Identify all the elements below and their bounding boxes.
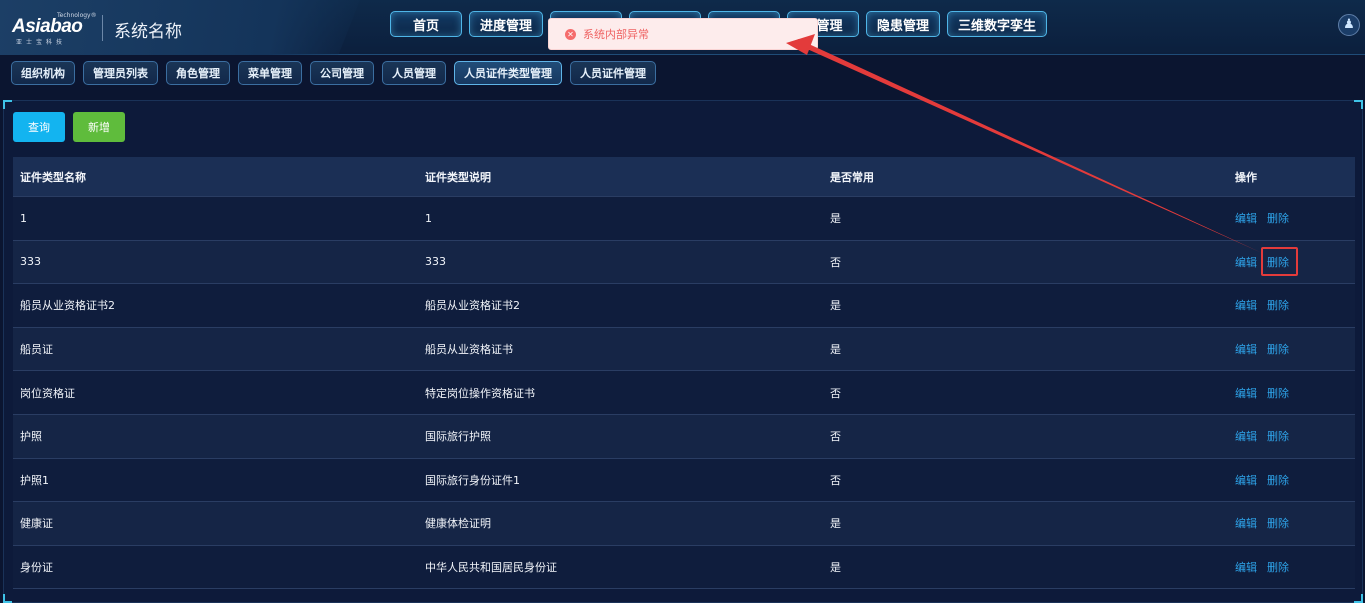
sub-nav-item-roles[interactable]: 角色管理 <box>166 61 230 85</box>
panel-corner <box>1354 594 1363 603</box>
delete-link[interactable]: 删除 <box>1267 472 1289 488</box>
delete-link[interactable]: 删除 <box>1267 559 1289 575</box>
table-row: 身份证 中华人民共和国居民身份证 是 编辑 删除 <box>13 545 1355 590</box>
panel-corner <box>3 594 12 603</box>
logo-panel: Technology® Asiabao 亚士宝科技 系统名称 <box>0 0 360 55</box>
edit-link[interactable]: 编辑 <box>1235 341 1257 357</box>
sub-nav-item-admin-list[interactable]: 管理员列表 <box>83 61 158 85</box>
cell-common: 是 <box>830 517 841 531</box>
cert-type-table: 证件类型名称 证件类型说明 是否常用 操作 1 1 是 编辑 删除 333 33… <box>13 157 1355 590</box>
table-row: 船员从业资格证书2 船员从业资格证书2 是 编辑 删除 <box>13 284 1355 328</box>
cell-name: 船员从业资格证书2 <box>20 299 115 313</box>
sub-nav-item-cert-type[interactable]: 人员证件类型管理 <box>454 61 562 85</box>
cell-name: 333 <box>20 255 41 269</box>
cell-common: 是 <box>830 212 841 226</box>
system-name: 系统名称 <box>114 22 182 42</box>
cell-desc: 船员从业资格证书 <box>425 343 513 357</box>
delete-link[interactable]: 删除 <box>1267 210 1289 226</box>
edit-link[interactable]: 编辑 <box>1235 297 1257 313</box>
table-row: 岗位资格证 特定岗位操作资格证书 否 编辑 删除 <box>13 371 1355 415</box>
edit-link[interactable]: 编辑 <box>1235 559 1257 575</box>
add-button[interactable]: 新增 <box>73 112 125 142</box>
sub-nav-item-personnel[interactable]: 人员管理 <box>382 61 446 85</box>
toast-message: 系统内部异常 <box>583 28 649 41</box>
error-circle-icon: ✕ <box>565 28 576 40</box>
cell-common: 否 <box>830 386 841 400</box>
cell-common: 是 <box>830 343 841 357</box>
delete-link[interactable]: 删除 <box>1267 428 1289 444</box>
delete-link[interactable]: 删除 <box>1267 254 1289 270</box>
cell-name: 健康证 <box>20 517 53 531</box>
sub-nav-item-menus[interactable]: 菜单管理 <box>238 61 302 85</box>
cell-actions: 编辑 删除 <box>1235 546 1299 589</box>
cell-common: 是 <box>830 299 841 313</box>
edit-link[interactable]: 编辑 <box>1235 472 1257 488</box>
column-header-actions: 操作 <box>1235 170 1257 184</box>
cell-name: 岗位资格证 <box>20 386 75 400</box>
cell-actions: 编辑 删除 <box>1235 328 1299 371</box>
cell-actions: 编辑 删除 <box>1235 502 1299 545</box>
cell-desc: 船员从业资格证书2 <box>425 299 520 313</box>
sub-nav-item-org[interactable]: 组织机构 <box>11 61 75 85</box>
cell-actions: 编辑 删除 <box>1235 371 1299 414</box>
top-nav-item-hazard[interactable]: 隐患管理 <box>866 11 941 37</box>
top-nav-item-digital-twin[interactable]: 三维数字孪生 <box>947 11 1048 37</box>
logo-brand-text: Asiabao <box>12 16 83 37</box>
error-toast: ✕ 系统内部异常 <box>548 18 818 50</box>
sub-nav-item-company[interactable]: 公司管理 <box>310 61 374 85</box>
cell-desc: 健康体检证明 <box>425 517 491 531</box>
user-icon[interactable]: ♟ <box>1338 14 1360 36</box>
cell-desc: 特定岗位操作资格证书 <box>425 386 535 400</box>
delete-link[interactable]: 删除 <box>1267 515 1289 531</box>
logo-sub-text: 亚士宝科技 <box>16 39 67 46</box>
panel-corner <box>1354 100 1363 109</box>
table-row: 1 1 是 编辑 删除 <box>13 197 1355 241</box>
cell-desc: 国际旅行护照 <box>425 430 491 444</box>
content-panel: 查询 新增 证件类型名称 证件类型说明 是否常用 操作 1 1 是 编辑 删除 … <box>3 100 1363 603</box>
delete-link[interactable]: 删除 <box>1267 341 1289 357</box>
table-row: 333 333 否 编辑 删除 <box>13 240 1355 285</box>
cell-actions: 编辑 删除 <box>1235 459 1299 502</box>
table-row: 健康证 健康体检证明 是 编辑 删除 <box>13 502 1355 546</box>
edit-link[interactable]: 编辑 <box>1235 210 1257 226</box>
cell-actions: 编辑 删除 <box>1235 241 1299 284</box>
cell-common: 否 <box>830 255 841 269</box>
sub-nav: 组织机构 管理员列表 角色管理 菜单管理 公司管理 人员管理 人员证件类型管理 … <box>11 61 656 85</box>
company-logo: Technology® Asiabao 亚士宝科技 <box>12 12 97 46</box>
edit-link[interactable]: 编辑 <box>1235 515 1257 531</box>
table-row: 护照 国际旅行护照 否 编辑 删除 <box>13 414 1355 459</box>
cell-desc: 1 <box>425 211 432 225</box>
cell-name: 1 <box>20 211 27 225</box>
cell-name: 护照1 <box>20 473 49 487</box>
cell-actions: 编辑 删除 <box>1235 197 1299 240</box>
cell-name: 护照 <box>20 430 42 444</box>
delete-link[interactable]: 删除 <box>1267 297 1289 313</box>
cell-name: 船员证 <box>20 343 53 357</box>
column-header-desc: 证件类型说明 <box>425 170 491 184</box>
table-header: 证件类型名称 证件类型说明 是否常用 操作 <box>13 157 1355 197</box>
cell-desc: 中华人民共和国居民身份证 <box>425 561 557 575</box>
cell-name: 身份证 <box>20 561 53 575</box>
column-header-name: 证件类型名称 <box>20 170 86 184</box>
cell-actions: 编辑 删除 <box>1235 415 1299 458</box>
top-nav-item-home[interactable]: 首页 <box>390 11 462 37</box>
cell-actions: 编辑 删除 <box>1235 284 1299 327</box>
query-button[interactable]: 查询 <box>13 112 65 142</box>
cell-desc: 国际旅行身份证件1 <box>425 473 520 487</box>
top-nav-item-progress[interactable]: 进度管理 <box>469 11 544 37</box>
header-divider <box>102 15 103 41</box>
cell-common: 是 <box>830 561 841 575</box>
column-header-common: 是否常用 <box>830 170 874 184</box>
cell-desc: 333 <box>425 255 446 269</box>
edit-link[interactable]: 编辑 <box>1235 428 1257 444</box>
sub-nav-item-cert[interactable]: 人员证件管理 <box>570 61 656 85</box>
delete-link[interactable]: 删除 <box>1267 385 1289 401</box>
cell-common: 否 <box>830 473 841 487</box>
edit-link[interactable]: 编辑 <box>1235 385 1257 401</box>
cell-common: 否 <box>830 430 841 444</box>
panel-corner <box>3 100 12 109</box>
edit-link[interactable]: 编辑 <box>1235 254 1257 270</box>
table-row: 护照1 国际旅行身份证件1 否 编辑 删除 <box>13 458 1355 503</box>
table-row: 船员证 船员从业资格证书 是 编辑 删除 <box>13 327 1355 372</box>
